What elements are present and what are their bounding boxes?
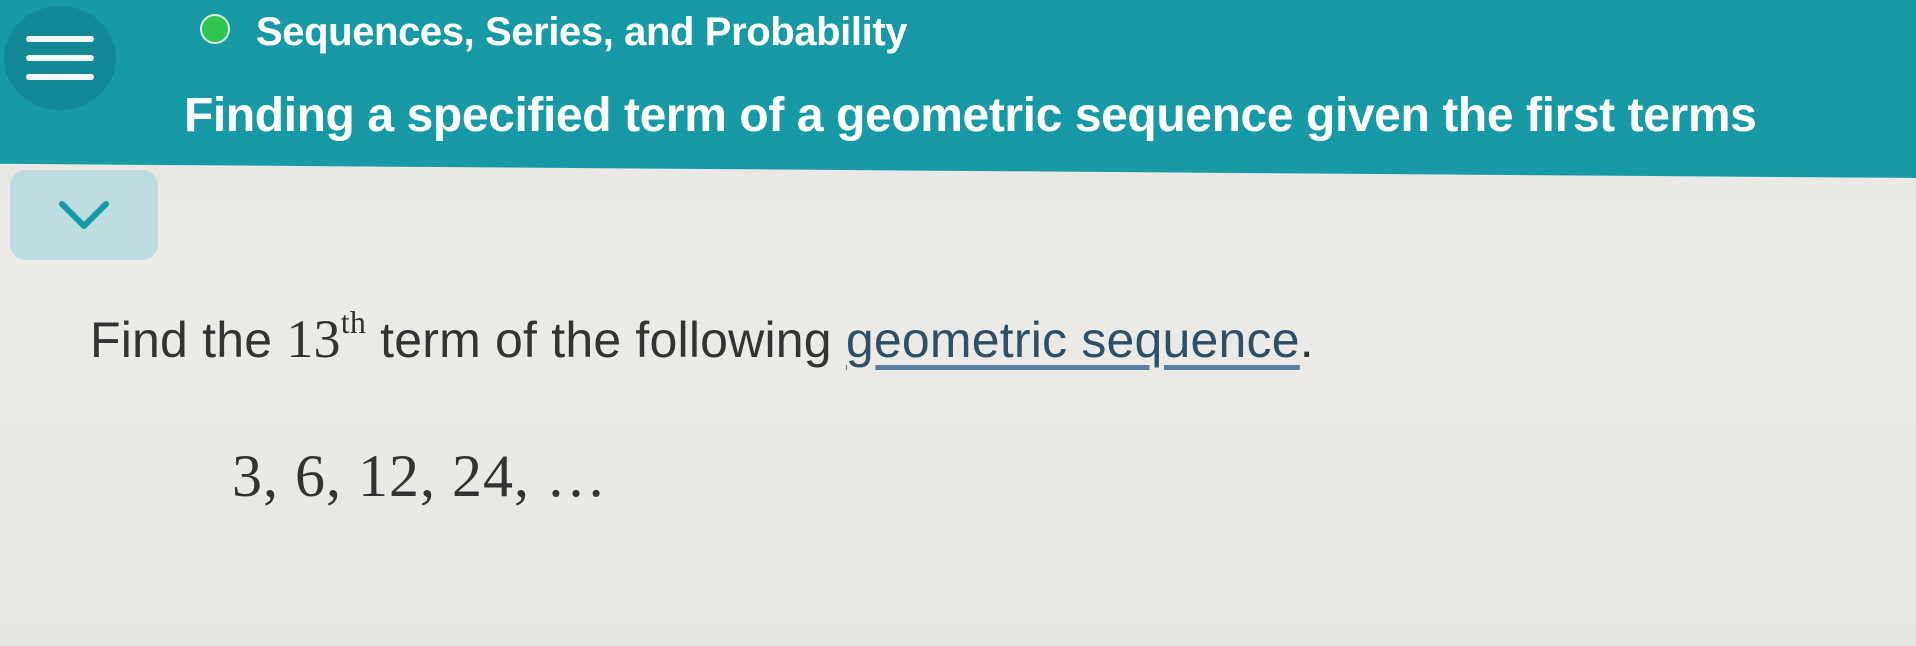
- page-title: Finding a specified term of a geometric …: [184, 89, 1757, 142]
- hamburger-line: [26, 36, 94, 42]
- question-middle: term of the following: [380, 312, 832, 368]
- geometric-sequence-link[interactable]: geometric sequence: [846, 312, 1300, 368]
- question-text: Find the 13th term of the following geom…: [90, 304, 1314, 370]
- term-suffix: th: [340, 304, 367, 341]
- topic-label: Sequences, Series, and Probability: [256, 10, 908, 54]
- green-dot-icon: [200, 14, 230, 44]
- term-number: 13: [286, 309, 341, 369]
- hamburger-line: [26, 74, 94, 80]
- question-end: .: [1299, 312, 1314, 368]
- menu-button[interactable]: [4, 6, 116, 110]
- chevron-down-icon: [59, 201, 109, 229]
- sequence-terms: 3, 6, 12, 24, …: [232, 443, 607, 509]
- hamburger-line: [26, 55, 94, 61]
- page: Sequences, Series, and Probability Findi…: [0, 0, 1916, 646]
- question-prefix: Find the: [90, 312, 273, 368]
- collapse-button[interactable]: [10, 170, 158, 260]
